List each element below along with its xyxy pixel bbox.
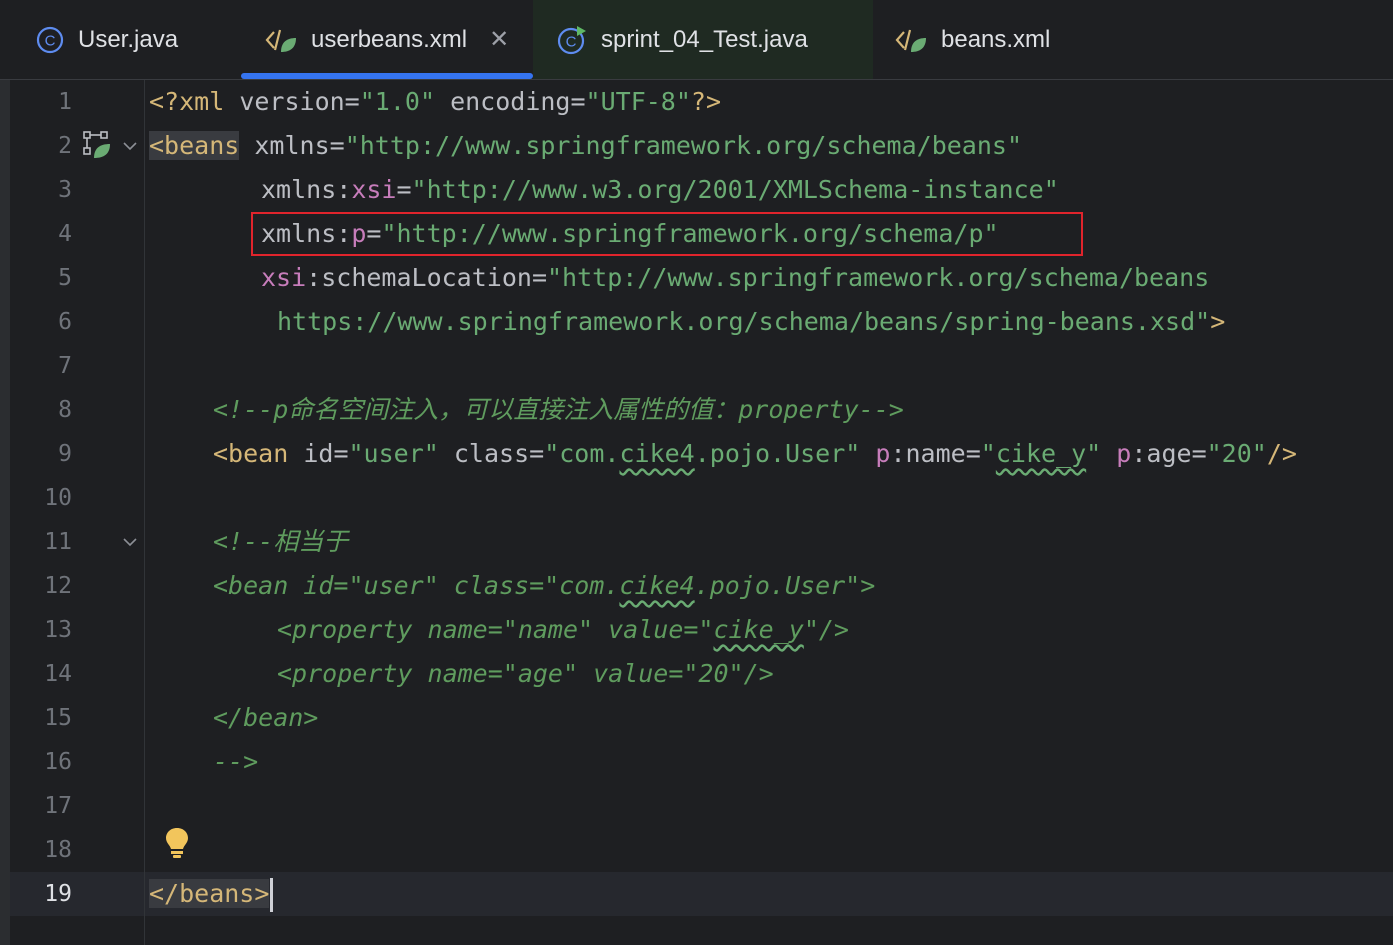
code-line-2: <beans xmlns="http://www.springframework… xyxy=(149,131,1023,160)
tab-label: beans.xml xyxy=(941,25,1051,53)
code-line-16-comment: --> xyxy=(213,747,259,776)
editor-tab-bar: C User.java userbeans.xml ✕ C sprint_04_… xyxy=(0,0,1393,80)
code-line-11-comment: <!--相当于 xyxy=(213,527,349,556)
code-line-8-comment: <!--p命名空间注入，可以直接注入属性的值：property--> xyxy=(213,395,904,424)
line-number: 18 xyxy=(44,837,72,863)
fold-chevron-down-icon[interactable] xyxy=(120,124,140,168)
svg-text:C: C xyxy=(566,33,577,50)
tab-user-java[interactable]: C User.java xyxy=(36,0,241,79)
line-number: 12 xyxy=(44,573,72,599)
line-number: 16 xyxy=(44,749,72,775)
code-line-19: </beans> xyxy=(149,872,274,916)
tab-label: sprint_04_Test.java xyxy=(601,25,808,53)
tab-label: User.java xyxy=(78,25,179,53)
close-tab-icon[interactable]: ✕ xyxy=(489,25,509,54)
tab-label: userbeans.xml xyxy=(311,25,468,53)
line-number: 2 xyxy=(58,133,72,159)
code-line-1: <?xml version="1.0" encoding="UTF-8"?> xyxy=(149,87,722,116)
ide-window: C User.java userbeans.xml ✕ C sprint_04_… xyxy=(0,0,1393,945)
tab-beans-xml[interactable]: beans.xml xyxy=(873,0,1113,79)
java-test-class-icon: C xyxy=(557,25,587,55)
code-line-13-comment: <property name="name" value="cike_y"/> xyxy=(277,615,849,644)
xml-spring-icon xyxy=(895,26,927,54)
gutter-divider xyxy=(144,80,145,945)
code-line-15-comment: </bean> xyxy=(213,703,319,732)
annotation-highlight-box xyxy=(251,212,1083,256)
text-caret xyxy=(270,878,274,912)
left-tool-strip xyxy=(0,0,10,945)
fold-chevron-down-icon[interactable] xyxy=(120,520,140,564)
tab-userbeans-xml[interactable]: userbeans.xml ✕ xyxy=(241,0,533,79)
line-number: 14 xyxy=(44,661,72,687)
line-number: 15 xyxy=(44,705,72,731)
code-line-5: xsi:schemaLocation="http://www.springfra… xyxy=(261,263,1210,292)
code-line-12-comment: <bean id="user" class="com.cike4.pojo.Us… xyxy=(213,571,876,600)
line-number: 17 xyxy=(44,793,72,819)
lightbulb-icon[interactable] xyxy=(163,826,191,860)
line-number: 4 xyxy=(58,221,72,247)
line-number: 6 xyxy=(58,309,72,335)
tab-sprint-04-test-java[interactable]: C sprint_04_Test.java xyxy=(533,0,873,79)
code-line-6: https://www.springframework.org/schema/b… xyxy=(277,307,1226,336)
code-line-9: <bean id="user" class="com.cike4.pojo.Us… xyxy=(213,439,1297,468)
line-number: 5 xyxy=(58,265,72,291)
line-number: 13 xyxy=(44,617,72,643)
line-number: 7 xyxy=(58,353,72,379)
line-number: 8 xyxy=(58,397,72,423)
line-number: 9 xyxy=(58,441,72,467)
code-line-3: xmlns:xsi="http://www.w3.org/2001/XMLSch… xyxy=(261,175,1059,204)
line-number: 11 xyxy=(44,529,72,555)
line-number: 10 xyxy=(44,485,72,511)
line-number: 19 xyxy=(44,881,72,907)
svg-text:C: C xyxy=(45,32,56,49)
spring-bean-gutter-icon[interactable] xyxy=(82,128,112,164)
code-editor[interactable]: 1 2 3 4 5 6 7 8 9 10 11 12 13 14 15 16 1… xyxy=(10,80,1393,945)
line-number: 1 xyxy=(58,89,72,115)
xml-spring-icon xyxy=(265,26,297,54)
java-class-icon: C xyxy=(36,26,64,54)
active-tab-indicator xyxy=(241,73,533,79)
line-number: 3 xyxy=(58,177,72,203)
code-line-14-comment: <property name="age" value="20"/> xyxy=(277,659,774,688)
